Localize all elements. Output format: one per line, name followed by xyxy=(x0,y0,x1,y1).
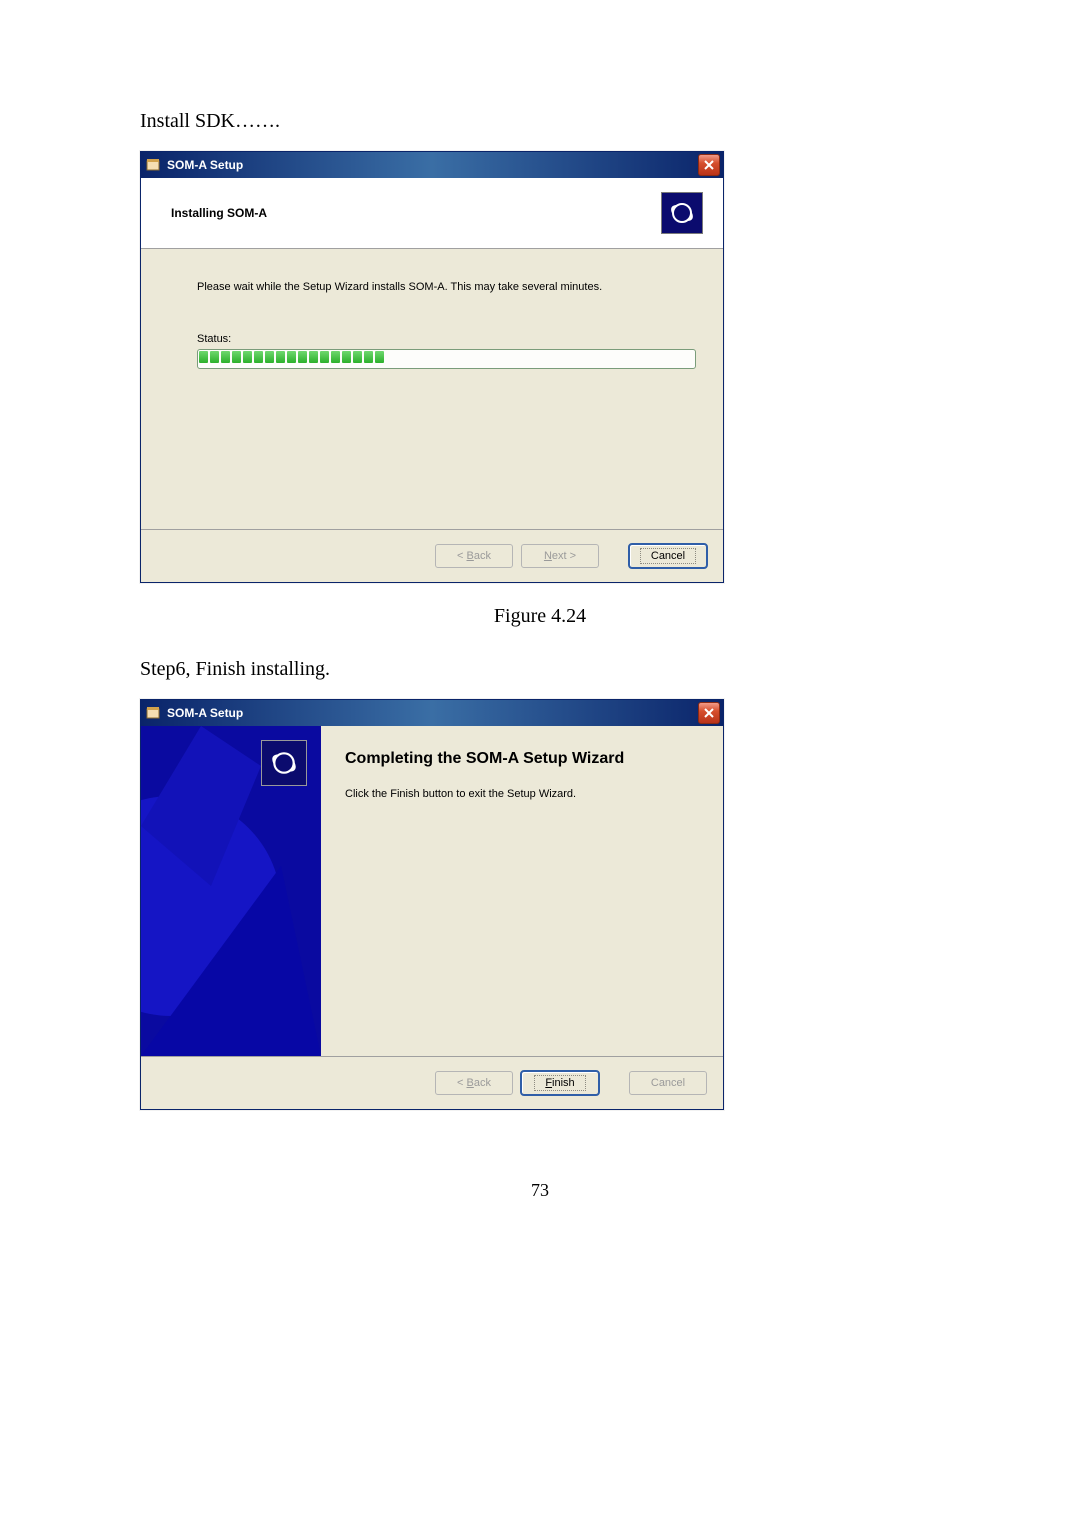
next-suffix: ext > xyxy=(552,550,576,562)
progress-block xyxy=(320,351,329,363)
progress-block xyxy=(210,351,219,363)
progress-block xyxy=(287,351,296,363)
side-graphic xyxy=(141,726,321,1056)
close-button[interactable] xyxy=(698,702,720,724)
installer-icon xyxy=(145,705,161,721)
cancel-button[interactable]: Cancel xyxy=(629,544,707,568)
step6-text: Step6, Finish installing. xyxy=(140,658,940,681)
figure-caption: Figure 4.24 xyxy=(140,605,940,628)
button-row: < Back Finish Cancel xyxy=(141,1057,723,1109)
dialog-body: Completing the SOM-A Setup Wizard Click … xyxy=(141,726,723,1056)
cancel-button: Cancel xyxy=(629,1071,707,1095)
progress-block xyxy=(199,351,208,363)
gap xyxy=(607,544,621,568)
gap xyxy=(607,1071,621,1095)
next-mnemonic: N xyxy=(544,550,552,562)
header-title: Installing SOM-A xyxy=(171,206,267,220)
progress-block xyxy=(342,351,351,363)
intro-text: Install SDK……. xyxy=(140,110,940,133)
progress-block xyxy=(265,351,274,363)
status-label: Status: xyxy=(197,333,683,345)
progress-block xyxy=(221,351,230,363)
back-mnemonic: B xyxy=(467,1077,474,1089)
back-suffix: ack xyxy=(474,1077,491,1089)
finish-suffix: inish xyxy=(552,1077,575,1089)
progress-block xyxy=(243,351,252,363)
page-number: 73 xyxy=(140,1180,940,1201)
cancel-label: Cancel xyxy=(640,548,696,564)
dialog-header: Installing SOM-A xyxy=(141,178,723,249)
spiral-icon xyxy=(270,749,298,777)
completion-description: Click the Finish button to exit the Setu… xyxy=(345,788,699,800)
window-title: SOM-A Setup xyxy=(167,706,692,720)
completion-heading: Completing the SOM-A Setup Wizard xyxy=(345,750,699,768)
product-logo xyxy=(261,740,307,786)
spacer xyxy=(141,379,723,529)
progress-block xyxy=(298,351,307,363)
next-button: Next > xyxy=(521,544,599,568)
finish-button[interactable]: Finish xyxy=(521,1071,599,1095)
titlebar: SOM-A Setup xyxy=(141,152,723,178)
progress-block xyxy=(232,351,241,363)
back-button: < Back xyxy=(435,544,513,568)
product-logo xyxy=(661,192,703,234)
right-pane: Completing the SOM-A Setup Wizard Click … xyxy=(321,726,723,1056)
back-prefix: < xyxy=(457,550,466,562)
progress-block xyxy=(375,351,384,363)
spiral-icon xyxy=(669,200,695,226)
window-title: SOM-A Setup xyxy=(167,158,692,172)
installer-dialog-installing: SOM-A Setup Installing SOM-A Please wait… xyxy=(140,151,724,583)
cancel-label: Cancel xyxy=(640,1075,696,1091)
progress-block xyxy=(254,351,263,363)
titlebar: SOM-A Setup xyxy=(141,700,723,726)
close-icon xyxy=(704,160,714,170)
back-button: < Back xyxy=(435,1071,513,1095)
progress-block xyxy=(331,351,340,363)
installer-dialog-complete: SOM-A Setup xyxy=(140,699,724,1110)
progress-bar xyxy=(197,349,696,369)
progress-block xyxy=(364,351,373,363)
installer-icon xyxy=(145,157,161,173)
progress-block xyxy=(276,351,285,363)
close-button[interactable] xyxy=(698,154,720,176)
button-row: < Back Next > Cancel xyxy=(141,530,723,582)
back-mnemonic: B xyxy=(467,550,474,562)
document-page: Install SDK……. SOM-A Setup Installing SO… xyxy=(0,0,1080,1259)
close-icon xyxy=(704,708,714,718)
progress-block xyxy=(309,351,318,363)
back-prefix: < xyxy=(457,1077,466,1089)
dialog-content: Please wait while the Setup Wizard insta… xyxy=(141,249,723,379)
install-message: Please wait while the Setup Wizard insta… xyxy=(197,281,683,293)
back-suffix: ack xyxy=(474,550,491,562)
progress-block xyxy=(353,351,362,363)
